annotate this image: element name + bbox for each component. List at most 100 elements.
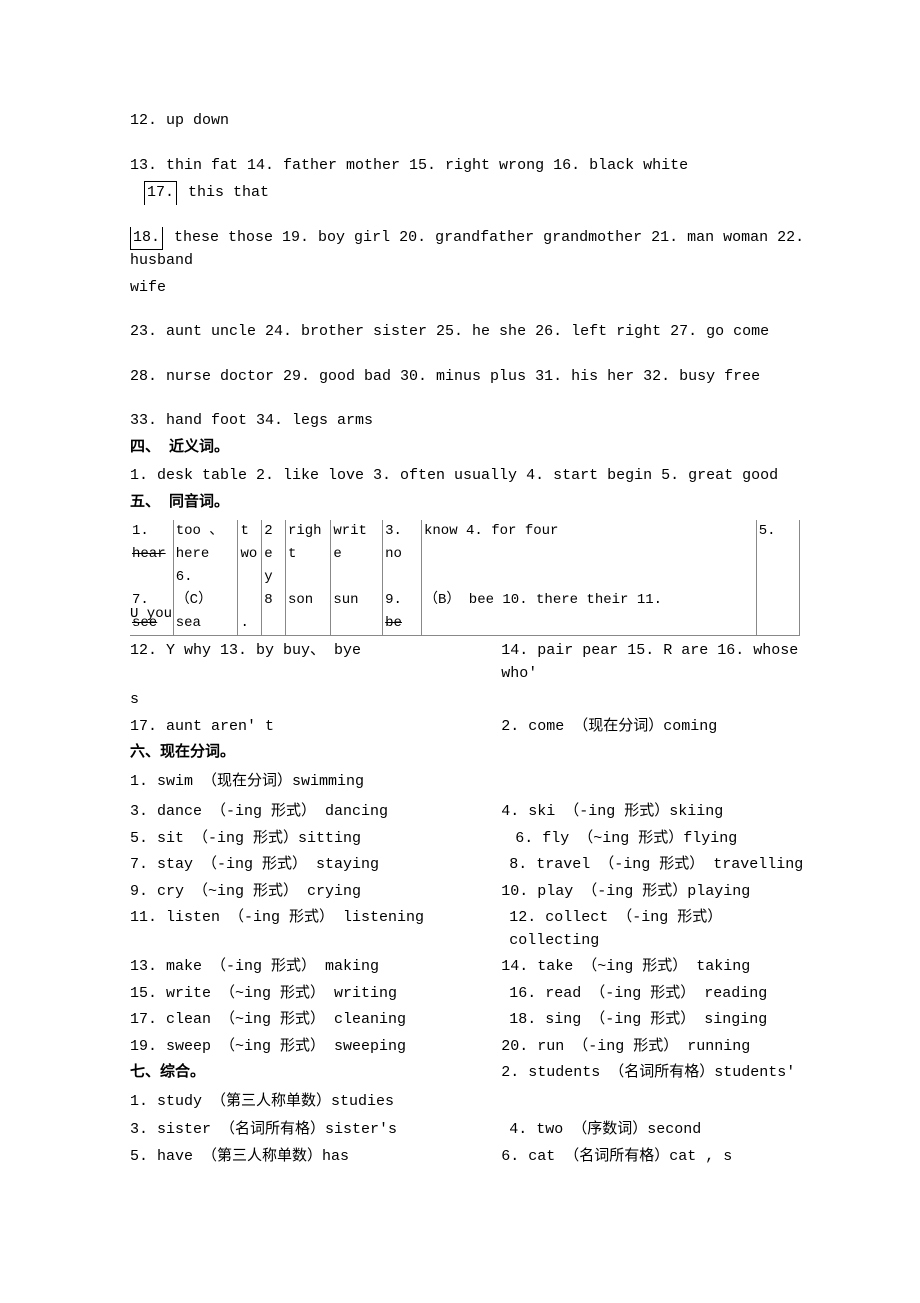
cell — [262, 612, 286, 636]
cell: sun — [331, 589, 383, 612]
cell: y — [262, 566, 286, 589]
list-item: 10. play （-ing 形式）playing — [501, 881, 805, 904]
text-line: 2. come （现在分词）coming — [501, 716, 805, 739]
list-item: 7. stay （-ing 形式） staying — [130, 854, 501, 877]
table-row: see sea . be — [130, 612, 800, 636]
cell: . — [238, 612, 262, 636]
list-item: 17. clean （~ing 形式） cleaning — [130, 1009, 501, 1032]
cell — [285, 612, 330, 636]
list-item: 14. take （~ing 形式） taking — [501, 956, 805, 979]
cell: 1. — [130, 520, 173, 543]
text-line: 14. pair pear 15. R are 16. whose who' — [501, 640, 805, 685]
cell — [756, 566, 799, 589]
line-synonyms: 1. desk table 2. like love 3. often usua… — [130, 465, 805, 488]
box-17-label: 17. — [144, 181, 177, 205]
cell: 3. — [383, 520, 422, 543]
cell: hear — [130, 543, 173, 566]
cell: 5. — [756, 520, 799, 543]
box-18-label: 18. — [130, 227, 163, 251]
homophone-block: 1. too 、 t 2 righ writ 3. know 4. for fo… — [130, 520, 805, 620]
list-item: 9. cry （~ing 形式） crying — [130, 881, 501, 904]
cell — [422, 543, 757, 566]
list-item: 20. run （-ing 形式） running — [501, 1036, 805, 1059]
cell — [238, 566, 262, 589]
list-item: 8. travel （-ing 形式） travelling — [501, 854, 805, 877]
cell: too 、 — [173, 520, 238, 543]
text-line: 17. aunt aren' t — [130, 716, 501, 739]
u-you-text: U you — [130, 604, 172, 625]
text-line: 12. Y why 13. by buy、 bye — [130, 640, 501, 685]
pp-line-1: 1. swim （现在分词）swimming — [130, 771, 805, 794]
list-item: 15. write （~ing 形式） writing — [130, 983, 501, 1006]
cell — [756, 589, 799, 612]
table-row: 7. （C） 8 son sun 9. （B） bee 10. there th… — [130, 589, 800, 612]
cell: 2 — [262, 520, 286, 543]
heading-7: 七、综合。 — [130, 1062, 501, 1085]
list-item: 6. cat （名词所有格）cat , s — [501, 1146, 805, 1169]
heading-4: 四、 近义词。 — [130, 437, 805, 460]
list-item: 5. sit （-ing 形式）sitting — [130, 828, 501, 851]
list-item: 18. sing （-ing 形式） singing — [501, 1009, 805, 1032]
present-participle-list: 3. dance （-ing 形式） dancing 4. ski （-ing … — [130, 799, 805, 1060]
cell: 8 — [262, 589, 286, 612]
line-17: 17. this that — [130, 181, 805, 205]
line-28-32: 28. nurse doctor 29. good bad 30. minus … — [130, 366, 805, 389]
cell: t — [238, 520, 262, 543]
cell: son — [285, 589, 330, 612]
cell: no — [383, 543, 422, 566]
table-row: 6. y — [130, 566, 800, 589]
homophone-table: 1. too 、 t 2 righ writ 3. know 4. for fo… — [130, 520, 800, 636]
list-item: 6. fly （~ing 形式）flying — [501, 828, 805, 851]
line-33-34: 33. hand foot 34. legs arms — [130, 410, 805, 433]
line-23-27: 23. aunt uncle 24. brother sister 25. he… — [130, 321, 805, 344]
cell: e — [262, 543, 286, 566]
list-item: 3. dance （-ing 形式） dancing — [130, 801, 501, 824]
cell: be — [383, 612, 422, 636]
heading-5: 五、 同音词。 — [130, 492, 805, 515]
line-12: 12. up down — [130, 110, 805, 133]
cell — [331, 612, 383, 636]
cell: righ — [285, 520, 330, 543]
list-item: 4. two （序数词）second — [501, 1119, 805, 1142]
list-item: 2. students （名词所有格）students' — [501, 1062, 805, 1089]
cell — [331, 566, 383, 589]
cell — [383, 566, 422, 589]
cell: wo — [238, 543, 262, 566]
list-item: 12. collect （-ing 形式） collecting — [501, 907, 805, 952]
cell: e — [331, 543, 383, 566]
line-13-16: 13. thin fat 14. father mother 15. right… — [130, 155, 805, 178]
cell — [238, 589, 262, 612]
heading-6: 六、现在分词。 — [130, 742, 805, 765]
cell — [756, 543, 799, 566]
line-18-text1: these those 19. boy girl 20. grandfather… — [130, 229, 804, 270]
list-item: 11. listen （-ing 形式） listening — [130, 907, 501, 952]
cell — [422, 566, 757, 589]
text-line — [501, 689, 805, 712]
cc-line-1: 1. study （第三人称单数）studies — [130, 1091, 805, 1114]
cell: 6. — [173, 566, 238, 589]
cell: （B） bee 10. there their 11. — [422, 589, 757, 612]
cell: 9. — [383, 589, 422, 612]
list-item: 3. sister （名词所有格）sister's — [130, 1119, 501, 1142]
list-item: 5. have （第三人称单数）has — [130, 1146, 501, 1169]
list-item: 19. sweep （~ing 形式） sweeping — [130, 1036, 501, 1059]
cell: t — [285, 543, 330, 566]
text-line: s — [130, 689, 501, 712]
homophone-lines: 12. Y why 13. by buy、 bye 14. pair pear … — [130, 638, 805, 740]
table-row: 1. too 、 t 2 righ writ 3. know 4. for fo… — [130, 520, 800, 543]
heading-7-row: 七、综合。 2. students （名词所有格）students' — [130, 1060, 805, 1091]
cell — [422, 612, 757, 636]
line-18b: wife — [130, 277, 805, 300]
list-item: 16. read （-ing 形式） reading — [501, 983, 805, 1006]
list-item: 4. ski （-ing 形式）skiing — [501, 801, 805, 824]
cell — [756, 612, 799, 636]
cell: here — [173, 543, 238, 566]
list-item: 13. make （-ing 形式） making — [130, 956, 501, 979]
table-row: hear here wo e t e no — [130, 543, 800, 566]
cell: （C） — [173, 589, 238, 612]
cell: writ — [331, 520, 383, 543]
cell — [130, 566, 173, 589]
comprehensive-list: 3. sister （名词所有格）sister's 4. two （序数词）se… — [130, 1117, 805, 1170]
cell: sea — [173, 612, 238, 636]
cell — [285, 566, 330, 589]
